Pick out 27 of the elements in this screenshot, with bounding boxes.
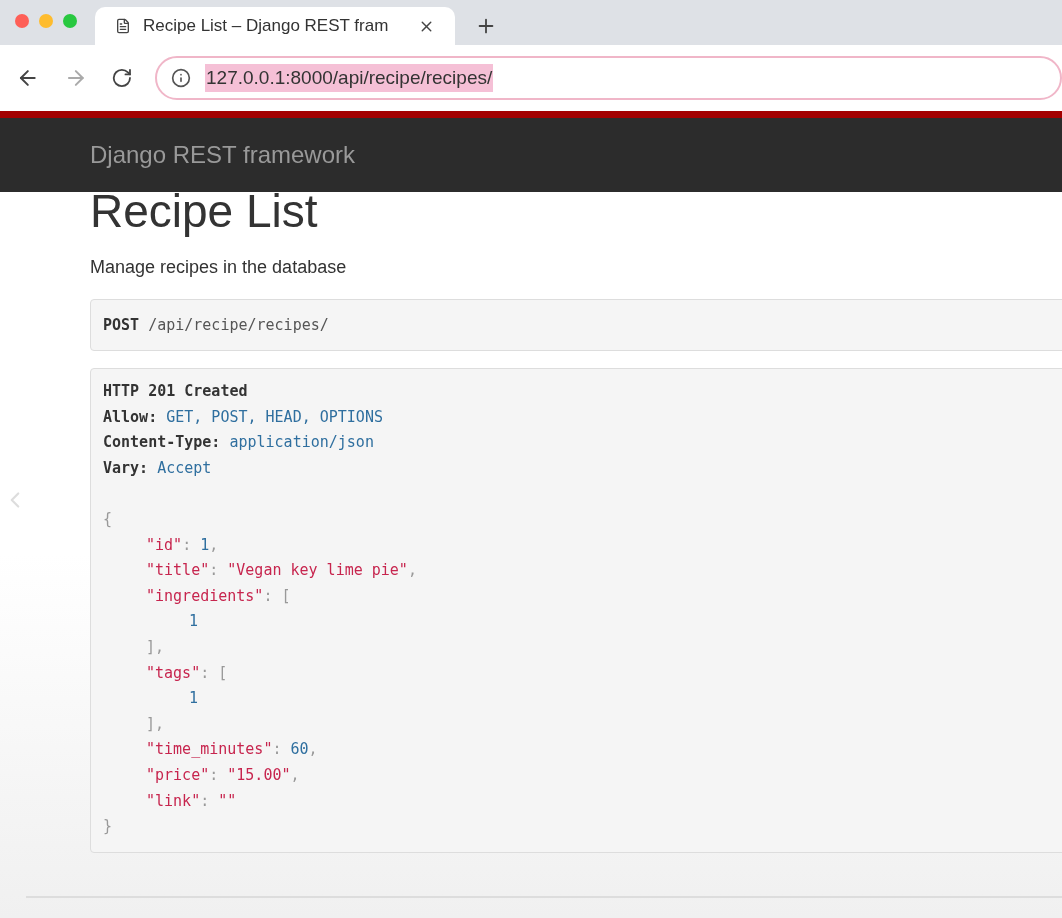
code-line: "time_minutes": 60, (145, 739, 318, 761)
code-line: } (103, 816, 113, 838)
code-line: "price": "15.00", (145, 764, 300, 786)
response-header: Allow: GET, POST, HEAD, OPTIONS (103, 406, 383, 428)
page-description: Manage recipes in the database (90, 256, 347, 279)
code-line: "id": 1, (145, 534, 219, 556)
code-line: "tags": [ (145, 662, 228, 684)
browser-tab[interactable]: Recipe List – Django REST fram (95, 7, 455, 45)
brand-link[interactable]: Django REST framework (90, 137, 355, 173)
response-header: Content-Type: application/json (103, 432, 374, 454)
response-status: HTTP 201 Created (103, 381, 248, 402)
code-line: { (103, 508, 113, 530)
code-line: ], (145, 636, 165, 658)
address-field[interactable]: 127.0.0.1:8000/api/recipe/recipes/ (155, 56, 1062, 100)
code-line: "link": "" (145, 790, 237, 812)
code-line: "title": "Vegan key lime pie", (145, 560, 417, 582)
url-text: 127.0.0.1:8000/api/recipe/recipes/ (205, 63, 494, 93)
tab-title: Recipe List – Django REST fram (143, 15, 389, 38)
page-icon (115, 18, 131, 34)
code-line: 1 (188, 688, 199, 710)
info-icon (171, 68, 191, 88)
code-line: "ingredients": [ (145, 585, 291, 607)
code-line: ], (145, 713, 165, 735)
code-line: 1 (188, 611, 199, 633)
reload-icon[interactable] (111, 67, 133, 89)
request-line: POST /api/recipe/recipes/ (103, 314, 329, 336)
response-header: Vary: Accept (103, 457, 212, 479)
